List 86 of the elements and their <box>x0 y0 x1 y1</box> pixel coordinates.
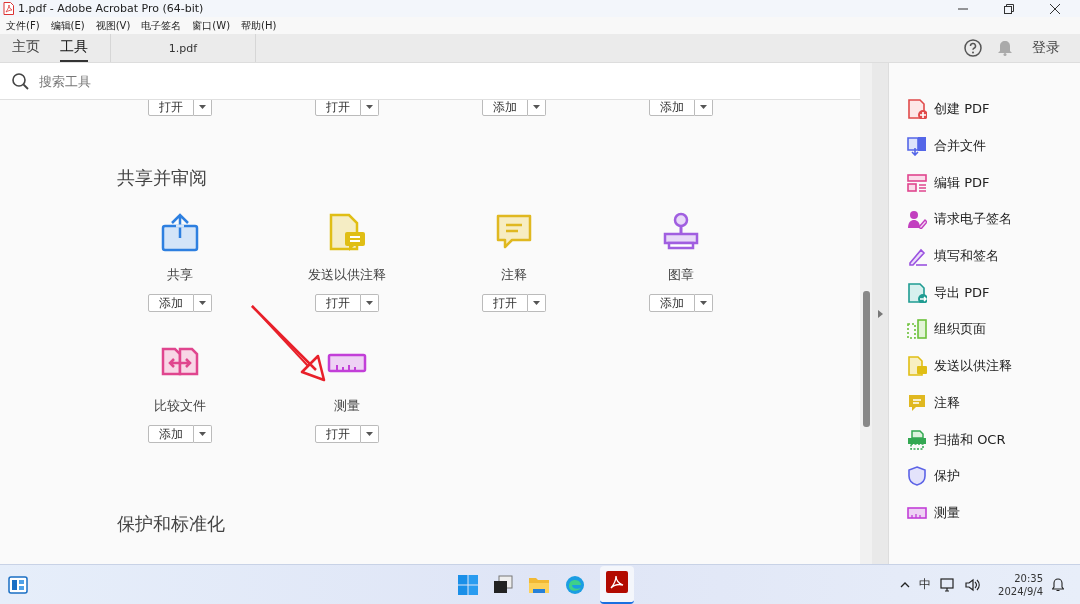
tool-list-item[interactable]: 请求电子签名 <box>907 201 1080 238</box>
caret-icon <box>365 432 373 436</box>
dropdown-button[interactable] <box>527 294 546 312</box>
close-icon[interactable] <box>1050 3 1060 14</box>
menu-item[interactable]: 电子签名 <box>141 18 182 33</box>
menu-item[interactable]: 编辑(E) <box>50 18 85 33</box>
document-chat-icon <box>907 356 927 377</box>
tool-list-item[interactable]: 测量 <box>907 494 1080 532</box>
clock-time[interactable]: 20:35 <box>1014 571 1043 585</box>
pdf-app-icon[interactable] <box>606 570 628 593</box>
restore-icon[interactable] <box>1004 3 1014 14</box>
caret-icon <box>198 301 206 305</box>
tab[interactable]: 主页 <box>12 34 40 62</box>
tool-button[interactable]: 打开 <box>314 294 361 312</box>
caret-icon <box>365 301 373 305</box>
tool-name[interactable]: 注释 <box>500 266 527 284</box>
caret-icon <box>365 105 373 109</box>
layout-edit-icon <box>907 172 927 193</box>
network-icon[interactable] <box>940 577 957 592</box>
menu-item[interactable]: 视图(V) <box>95 18 131 33</box>
caret-icon <box>198 105 206 109</box>
scrollbar-thumb[interactable] <box>862 290 870 427</box>
shield-icon <box>907 466 927 487</box>
notification-bell-icon[interactable] <box>1052 577 1064 592</box>
tool-name[interactable]: 图章 <box>667 266 694 284</box>
search-icon <box>12 72 29 90</box>
tool-name[interactable]: 比较文件 <box>153 397 206 415</box>
tool-button[interactable]: 添加 <box>147 425 194 443</box>
expand-arrow-icon[interactable] <box>877 309 883 318</box>
clock-date[interactable]: 2024/9/4 <box>998 584 1043 598</box>
caret-icon <box>532 301 540 305</box>
start-icon[interactable] <box>458 574 478 595</box>
scanner-icon <box>907 429 927 450</box>
tool-list-item[interactable]: 编辑 PDF <box>907 164 1080 202</box>
tool-button[interactable]: 打开 <box>314 100 361 116</box>
search-field[interactable]: 搜索工具 <box>37 72 211 90</box>
windows-stack-icon[interactable] <box>493 574 513 595</box>
person-signature-icon <box>907 209 927 230</box>
caret-icon <box>699 105 707 109</box>
menu-item[interactable]: 文件(F) <box>6 18 40 33</box>
tool-button[interactable]: 添加 <box>481 100 528 116</box>
dropdown-button[interactable] <box>694 294 713 312</box>
tool-button[interactable]: 打开 <box>481 294 528 312</box>
tool-name[interactable]: 共享 <box>166 266 193 284</box>
tool-name[interactable]: 发送以供注释 <box>307 266 386 284</box>
tool-list-item[interactable]: 填写和签名 <box>907 237 1080 275</box>
dropdown-button[interactable] <box>193 425 212 443</box>
caret-icon <box>532 105 540 109</box>
input-method-indicator[interactable]: 中 <box>919 576 932 593</box>
widgets-icon[interactable] <box>8 575 28 594</box>
menu-item[interactable]: 帮助(H) <box>241 18 277 33</box>
window-title: 1.pdf - Adobe Acrobat Pro (64-bit) <box>18 2 204 15</box>
section-heading: 共享并审阅 <box>116 166 208 190</box>
upload-icon[interactable] <box>159 212 200 252</box>
tool-list-item[interactable]: 创建 PDF <box>907 91 1080 128</box>
dropdown-button[interactable] <box>360 425 379 443</box>
dropdown-button[interactable] <box>360 294 379 312</box>
tool-name[interactable]: 测量 <box>333 397 360 415</box>
tool-list-item[interactable]: 保护 <box>907 457 1080 495</box>
caret-icon <box>198 432 206 436</box>
tool-button[interactable]: 添加 <box>147 294 194 312</box>
menu-item[interactable]: 窗口(W) <box>192 18 231 33</box>
caret-icon <box>699 301 707 305</box>
pages-icon <box>907 319 927 340</box>
document-tab[interactable]: 1.pdf <box>110 34 256 62</box>
section-heading: 保护和标准化 <box>116 512 226 536</box>
tool-list-item[interactable]: 注释 <box>907 384 1080 422</box>
tool-list-item[interactable]: 组织页面 <box>907 311 1080 348</box>
pdf-plus-icon <box>907 99 927 120</box>
tool-list-item[interactable]: 合并文件 <box>907 127 1080 165</box>
help-icon[interactable] <box>964 39 982 57</box>
merge-documents-icon <box>907 136 927 157</box>
tool-list-item[interactable]: 发送以供注释 <box>907 347 1080 385</box>
tool-button[interactable]: 添加 <box>648 100 695 116</box>
speech-bubble-icon <box>907 392 927 413</box>
pdf-arrow-icon <box>907 282 927 303</box>
tool-button[interactable]: 打开 <box>147 100 194 116</box>
tool-button[interactable]: 添加 <box>648 294 695 312</box>
tool-list-item[interactable]: 扫描和 OCR <box>907 421 1080 458</box>
tool-button[interactable]: 打开 <box>314 425 361 443</box>
dropdown-button[interactable] <box>193 294 212 312</box>
speaker-icon[interactable] <box>965 577 982 592</box>
login-link[interactable]: 登录 <box>1032 34 1080 62</box>
chevron-up-icon[interactable] <box>900 581 911 588</box>
pen-signature-icon <box>907 246 927 267</box>
tool-list-item[interactable]: 导出 PDF <box>907 274 1080 312</box>
